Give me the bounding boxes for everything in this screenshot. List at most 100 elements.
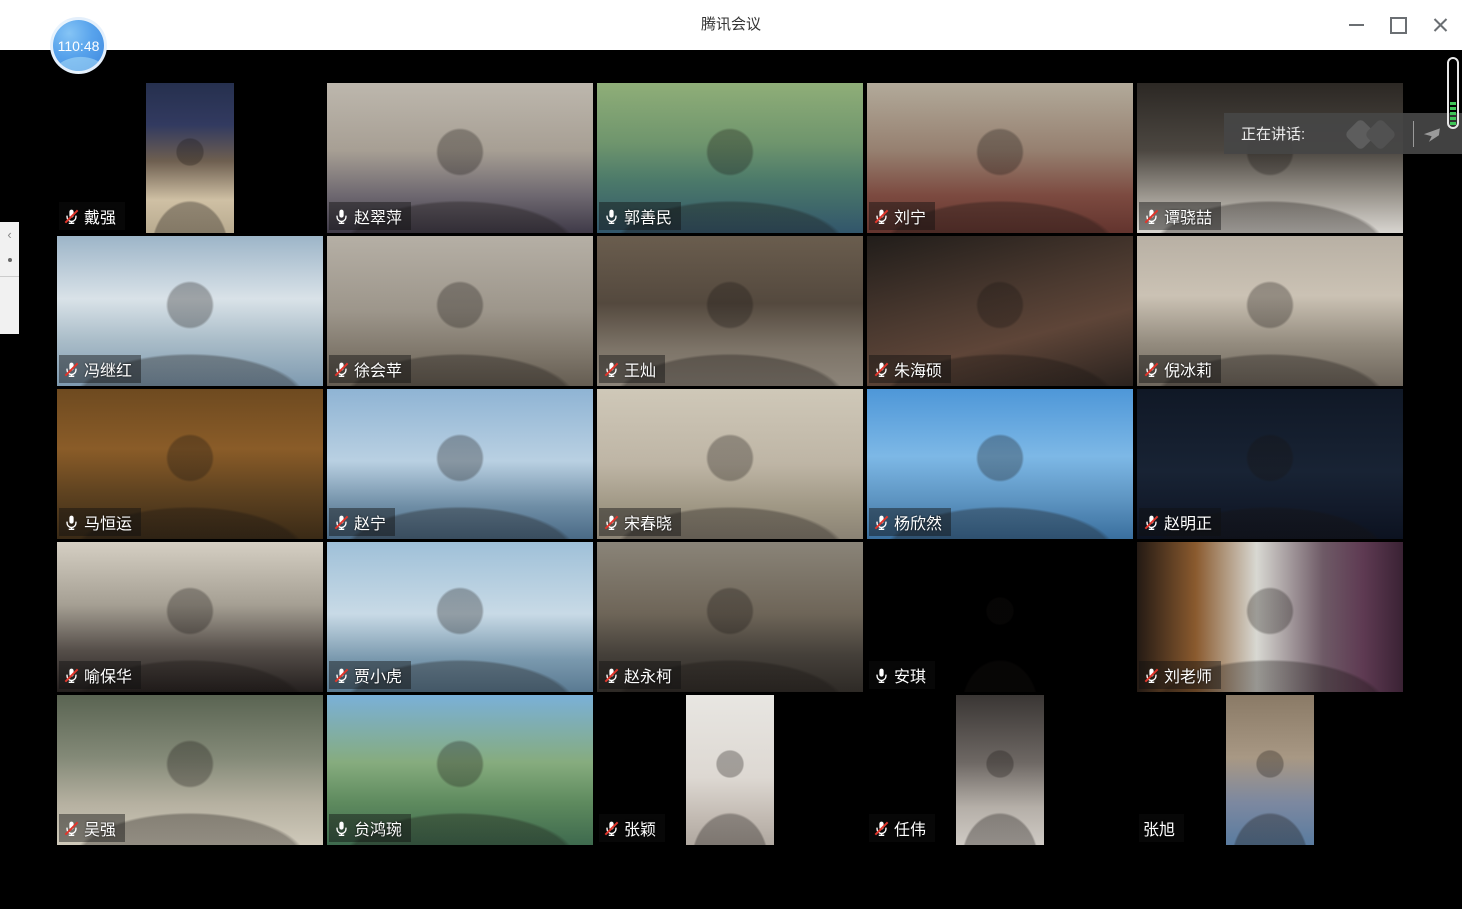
- mic-muted-icon: [333, 514, 350, 531]
- participant-tile[interactable]: 贠鸿琬: [327, 695, 593, 845]
- participant-name: 王灿: [624, 357, 656, 381]
- mic-muted-icon: [603, 361, 620, 378]
- participant-name-bar: 杨欣然: [869, 508, 951, 536]
- close-icon: [1433, 18, 1448, 33]
- mic-muted-icon: [873, 361, 890, 378]
- person-silhouette: [956, 542, 1044, 692]
- participant-name: 任伟: [894, 816, 926, 840]
- participant-tile[interactable]: 张旭: [1137, 695, 1403, 845]
- mic-on-icon: [333, 208, 350, 225]
- participant-video: [956, 695, 1044, 845]
- participant-tile[interactable]: 喻保华: [57, 542, 323, 692]
- participant-name-bar: 吴强: [59, 814, 125, 842]
- mic-muted-icon: [1143, 667, 1160, 684]
- person-silhouette: [146, 83, 234, 233]
- participant-name: 赵明正: [1164, 510, 1212, 534]
- now-speaking-label: 正在讲话:: [1241, 123, 1305, 144]
- mic-on-icon: [873, 667, 890, 684]
- participant-name: 马恒运: [84, 510, 132, 534]
- participant-name-bar: 戴强: [59, 202, 125, 230]
- participant-name: 徐会苹: [354, 357, 402, 381]
- participant-name: 倪冰莉: [1164, 357, 1212, 381]
- mic-muted-icon: [873, 208, 890, 225]
- participant-tile[interactable]: 刘宁: [867, 83, 1133, 233]
- minimize-icon: [1349, 24, 1364, 26]
- titlebar[interactable]: 腾讯会议: [0, 0, 1462, 50]
- person-silhouette: [686, 695, 774, 845]
- mic-muted-icon: [873, 820, 890, 837]
- participant-tile[interactable]: 宋春晓: [597, 389, 863, 539]
- mic-muted-icon: [1143, 514, 1160, 531]
- mic-on-icon: [333, 820, 350, 837]
- participant-tile[interactable]: 张颖: [597, 695, 863, 845]
- participant-name: 冯继红: [84, 357, 132, 381]
- participant-name-bar: 刘老师: [1139, 661, 1221, 689]
- participant-video: [146, 83, 234, 233]
- meeting-logo-icon: [1343, 119, 1405, 149]
- participant-tile[interactable]: 赵永柯: [597, 542, 863, 692]
- participant-tile[interactable]: 朱海硕: [867, 236, 1133, 386]
- participant-name: 刘宁: [894, 204, 926, 228]
- participant-tile[interactable]: 贾小虎: [327, 542, 593, 692]
- person-silhouette: [1226, 695, 1314, 845]
- participant-tile[interactable]: 刘老师: [1137, 542, 1403, 692]
- participant-tile[interactable]: 徐会苹: [327, 236, 593, 386]
- participant-tile[interactable]: 赵宁: [327, 389, 593, 539]
- participant-tile[interactable]: 吴强: [57, 695, 323, 845]
- participant-name-bar: 喻保华: [59, 661, 141, 689]
- participant-name-bar: 贠鸿琬: [329, 814, 411, 842]
- window-title: 腾讯会议: [0, 0, 1462, 50]
- mic-muted-icon: [1143, 361, 1160, 378]
- participant-name-bar: 徐会苹: [329, 355, 411, 383]
- volume-level-fill: [1450, 102, 1456, 126]
- participant-tile[interactable]: 郭善民: [597, 83, 863, 233]
- participant-tile[interactable]: 赵翠萍: [327, 83, 593, 233]
- participant-tile[interactable]: 任伟: [867, 695, 1133, 845]
- participant-name-bar: 任伟: [869, 814, 935, 842]
- participant-name-bar: 贾小虎: [329, 661, 411, 689]
- minimize-button[interactable]: [1342, 11, 1370, 39]
- participant-name: 贠鸿琬: [354, 816, 402, 840]
- meeting-duration: 110:48: [58, 38, 100, 54]
- participant-tile[interactable]: 王灿: [597, 236, 863, 386]
- participant-tile[interactable]: 马恒运: [57, 389, 323, 539]
- close-button[interactable]: [1426, 11, 1454, 39]
- panel-dot-icon: [8, 258, 12, 262]
- panel-divider: [0, 276, 19, 277]
- participant-name: 刘老师: [1164, 663, 1212, 687]
- mic-muted-icon: [873, 514, 890, 531]
- participant-name-bar: 张旭: [1139, 814, 1184, 842]
- participant-video: [1226, 695, 1314, 845]
- mic-on-icon: [63, 514, 80, 531]
- floating-timer-badge[interactable]: 110:48: [50, 17, 107, 74]
- volume-meter: [1447, 57, 1459, 129]
- mic-muted-icon: [603, 514, 620, 531]
- participant-name: 贾小虎: [354, 663, 402, 687]
- participant-name: 赵翠萍: [354, 204, 402, 228]
- participant-tile[interactable]: 杨欣然: [867, 389, 1133, 539]
- mic-muted-icon: [1143, 208, 1160, 225]
- participant-tile[interactable]: 倪冰莉: [1137, 236, 1403, 386]
- collapsed-side-panel[interactable]: ‹: [0, 222, 19, 334]
- participant-name-bar: 王灿: [599, 355, 665, 383]
- mic-muted-icon: [63, 361, 80, 378]
- person-silhouette: [956, 695, 1044, 845]
- participant-name-bar: 朱海硕: [869, 355, 951, 383]
- participant-name-bar: 宋春晓: [599, 508, 681, 536]
- participant-name-bar: 赵永柯: [599, 661, 681, 689]
- maximize-button[interactable]: [1384, 11, 1412, 39]
- participant-tile[interactable]: 赵明正: [1137, 389, 1403, 539]
- participant-name: 谭骁喆: [1164, 204, 1212, 228]
- mic-muted-icon: [333, 667, 350, 684]
- participant-name-bar: 马恒运: [59, 508, 141, 536]
- back-arrow-icon[interactable]: [1418, 122, 1442, 146]
- participant-name-bar: 郭善民: [599, 202, 681, 230]
- chevron-left-icon[interactable]: ‹: [0, 222, 19, 248]
- participant-tile[interactable]: 戴强: [57, 83, 323, 233]
- participant-tile[interactable]: 谭骁喆: [1137, 83, 1403, 233]
- participant-name-bar: 赵宁: [329, 508, 395, 536]
- participant-tile[interactable]: 冯继红: [57, 236, 323, 386]
- participant-tile[interactable]: 安琪: [867, 542, 1133, 692]
- video-grid: 戴强 赵翠萍 郭善民: [57, 83, 1407, 847]
- participant-video: [956, 542, 1044, 692]
